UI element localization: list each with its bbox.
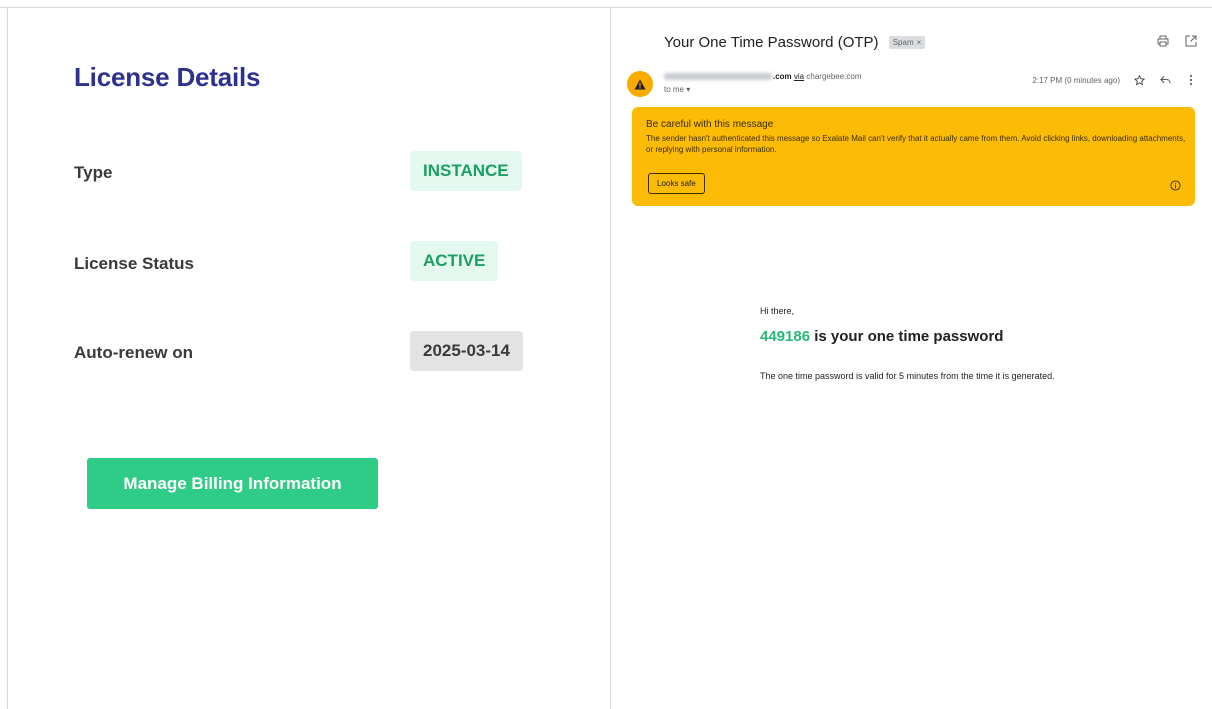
type-badge: INSTANCE xyxy=(410,151,522,191)
spam-chip-close-icon[interactable]: × xyxy=(917,38,922,47)
chevron-down-icon[interactable]: ▾ xyxy=(686,85,690,94)
via-link[interactable]: via xyxy=(794,72,804,81)
looks-safe-button[interactable]: Looks safe xyxy=(648,173,705,194)
manage-billing-button[interactable]: Manage Billing Information xyxy=(87,458,378,509)
warning-body: The sender hasn't authenticated this mes… xyxy=(646,134,1186,154)
otp-validity-text: The one time password is valid for 5 min… xyxy=(760,371,1055,381)
license-status-badge: ACTIVE xyxy=(410,241,499,281)
email-panel: Your One Time Password (OTP) Spam × .com … xyxy=(611,8,1212,709)
open-in-new-window-icon[interactable] xyxy=(1184,34,1198,48)
warning-icon xyxy=(634,79,646,89)
sender-line: .com via chargebee.com xyxy=(664,72,862,81)
otp-code: 449186 xyxy=(760,328,811,345)
sender-email-redacted xyxy=(664,73,772,80)
spam-chip[interactable]: Spam × xyxy=(888,36,926,49)
info-icon[interactable] xyxy=(1170,178,1181,196)
email-subject: Your One Time Password (OTP) Spam × xyxy=(664,34,926,51)
license-title: License Details xyxy=(74,62,261,92)
otp-text: is your one time password xyxy=(810,328,1004,345)
license-panel: License Details Type INSTANCE License St… xyxy=(8,8,610,709)
recipient-label: to me xyxy=(664,85,685,94)
type-label: Type xyxy=(74,163,113,182)
star-icon[interactable] xyxy=(1132,73,1146,87)
more-options-icon[interactable] xyxy=(1184,73,1198,87)
auto-renew-date: 2025-03-14 xyxy=(410,331,523,371)
email-top-actions xyxy=(1156,34,1198,48)
via-host: chargebee.com xyxy=(806,72,862,81)
suspicious-message-banner: Be careful with this message The sender … xyxy=(632,107,1195,206)
print-icon[interactable] xyxy=(1156,34,1170,48)
spam-chip-label: Spam xyxy=(892,38,914,47)
greeting: Hi there, xyxy=(760,306,795,316)
auto-renew-label: Auto-renew on xyxy=(74,343,193,362)
warning-title: Be careful with this message xyxy=(646,119,774,130)
sender-domain: .com xyxy=(773,72,792,81)
otp-heading: 449186 is your one time password xyxy=(760,328,1003,345)
recipient-toggle[interactable]: to me ▾ xyxy=(664,85,690,94)
reply-icon[interactable] xyxy=(1158,73,1172,87)
sender-avatar xyxy=(627,71,653,97)
license-status-label: License Status xyxy=(74,254,194,273)
email-time: 2:17 PM (0 minutes ago) xyxy=(1032,75,1120,85)
email-meta: 2:17 PM (0 minutes ago) xyxy=(1032,73,1198,87)
email-subject-text: Your One Time Password (OTP) xyxy=(664,34,879,51)
